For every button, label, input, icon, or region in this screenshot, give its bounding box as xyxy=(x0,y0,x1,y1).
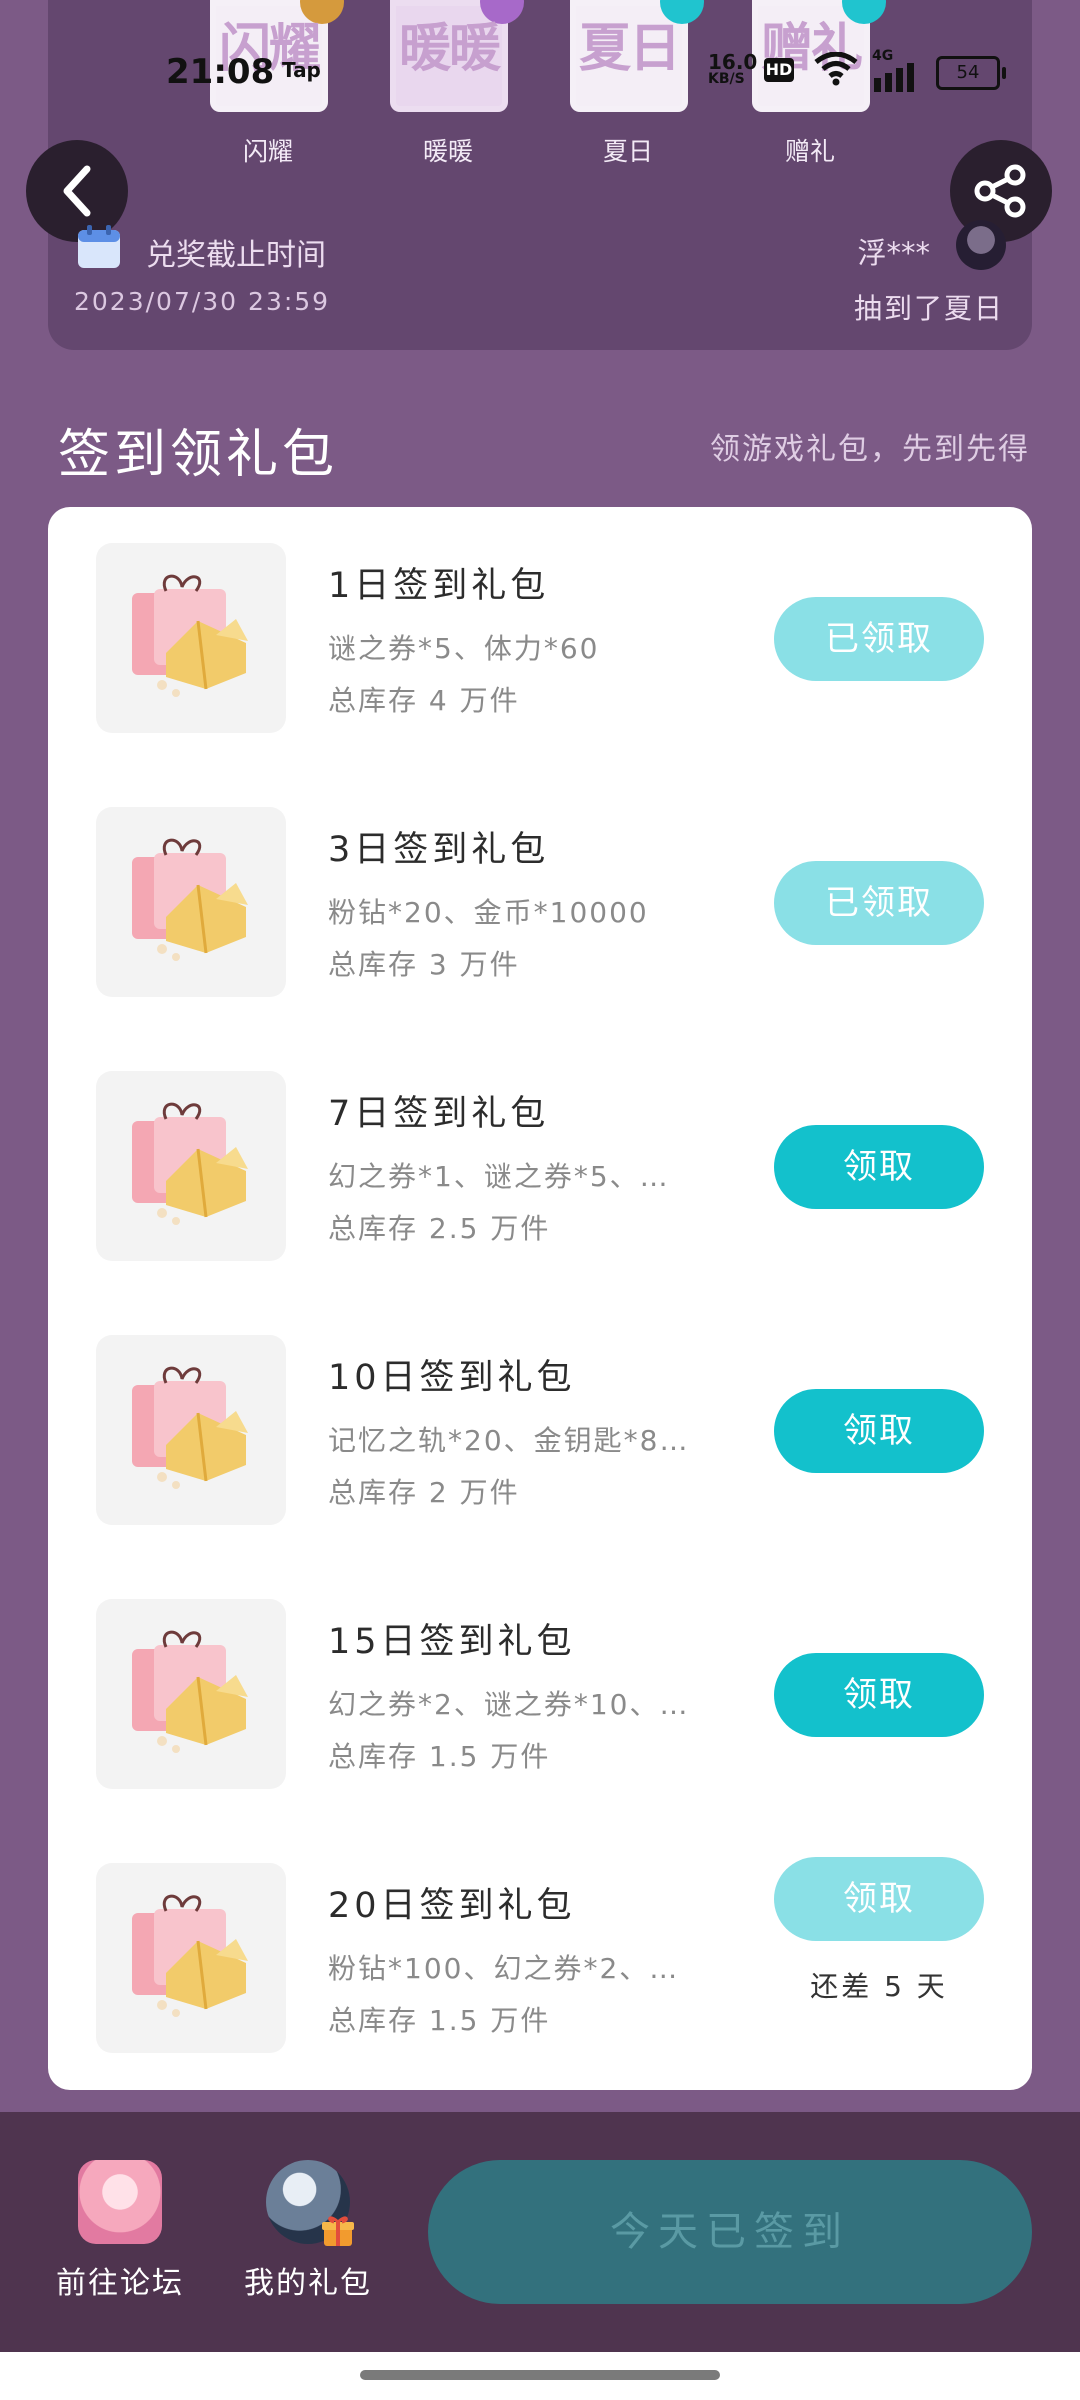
signed-in-button[interactable]: 今天已签到 xyxy=(428,2160,1032,2304)
list-item: 1日签到礼包 谜之券*5、体力*60 总库存 4 万件 已领取 xyxy=(48,507,1032,771)
package-name: 7日签到礼包 xyxy=(328,1094,550,1134)
list-item: 3日签到礼包 粉钻*20、金币*10000 总库存 3 万件 已领取 xyxy=(48,771,1032,1035)
gift-bag-icon xyxy=(132,838,248,961)
gift-package-list: 1日签到礼包 谜之券*5、体力*60 总库存 4 万件 已领取 3日签到礼包 粉… xyxy=(48,507,1032,2090)
winner-name: 浮*** xyxy=(857,236,930,270)
package-items: 幻之券*1、谜之券*5、… xyxy=(328,1160,670,1193)
network-speed: 16.0 KB/S xyxy=(708,52,757,86)
package-stock: 总库存 2.5 万件 xyxy=(328,1212,551,1245)
gift-package-image xyxy=(96,1071,286,1261)
list-item: 10日签到礼包 记忆之轨*20、金钥匙*8… 总库存 2 万件 领取 xyxy=(48,1299,1032,1563)
claim-button[interactable]: 领取 xyxy=(774,1389,984,1473)
package-stock: 总库存 2 万件 xyxy=(328,1476,520,1509)
winner-prize: 抽到了夏日 xyxy=(853,292,1004,325)
chevron-left-icon xyxy=(63,165,91,217)
status-bar: 21:08 Tap 16.0 KB/S HD 4G 54 xyxy=(0,0,1080,140)
package-name: 20日签到礼包 xyxy=(328,1886,576,1926)
wifi-icon xyxy=(814,51,858,95)
package-stock: 总库存 1.5 万件 xyxy=(328,1740,551,1773)
claim-button[interactable]: 领取 xyxy=(774,1653,984,1737)
list-item: 15日签到礼包 幻之券*2、谜之券*10、… 总库存 1.5 万件 领取 xyxy=(48,1563,1032,1827)
list-item: 7日签到礼包 幻之券*1、谜之券*5、… 总库存 2.5 万件 领取 xyxy=(48,1035,1032,1299)
winner-avatar xyxy=(956,220,1006,270)
claim-button[interactable]: 已领取 xyxy=(774,597,984,681)
gift-icon xyxy=(322,2216,354,2246)
gift-bag-icon xyxy=(132,1102,248,1225)
gift-bag-icon xyxy=(132,574,248,697)
forum-label: 前往论坛 xyxy=(56,2266,184,2301)
package-items: 记忆之轨*20、金钥匙*8… xyxy=(328,1424,690,1457)
package-name: 3日签到礼包 xyxy=(328,830,550,870)
home-indicator[interactable] xyxy=(360,2370,720,2380)
claim-button[interactable]: 领取 xyxy=(774,1857,984,1941)
battery-icon: 54 xyxy=(936,56,1006,90)
share-icon xyxy=(974,164,1026,218)
tap-icon: Tap xyxy=(282,58,321,82)
package-stock: 总库存 1.5 万件 xyxy=(328,2004,551,2037)
forum-link[interactable]: 前往论坛 xyxy=(40,2160,200,2302)
claim-button[interactable]: 已领取 xyxy=(774,861,984,945)
gift-bag-icon xyxy=(132,1366,248,1489)
redeem-deadline-date: 2023/07/30 23:59 xyxy=(74,287,331,316)
claim-button[interactable]: 领取 xyxy=(774,1125,984,1209)
package-items: 谜之券*5、体力*60 xyxy=(328,632,600,665)
gift-package-image xyxy=(96,1863,286,2053)
package-name: 1日签到礼包 xyxy=(328,566,550,606)
section-title: 签到领礼包 xyxy=(58,425,339,485)
package-items: 粉钻*20、金币*10000 xyxy=(328,896,649,929)
calendar-icon xyxy=(74,222,124,272)
bottom-bar: 前往论坛 我的礼包 今天已签到 xyxy=(0,2112,1080,2352)
package-name: 15日签到礼包 xyxy=(328,1622,576,1662)
network-speed-unit: KB/S xyxy=(708,71,745,87)
forum-avatar-icon xyxy=(78,2160,162,2244)
section-subtitle: 领游戏礼包，先到先得 xyxy=(710,432,1030,467)
my-gifts-label: 我的礼包 xyxy=(244,2266,372,2301)
hd-icon: HD xyxy=(764,58,794,82)
package-stock: 总库存 4 万件 xyxy=(328,684,520,717)
my-gifts-link[interactable]: 我的礼包 xyxy=(228,2160,388,2302)
my-gifts-avatar-icon xyxy=(266,2160,354,2246)
list-item: 20日签到礼包 粉钻*100、幻之券*2、… 总库存 1.5 万件 领取 还差 … xyxy=(48,1827,1032,2091)
gift-package-image xyxy=(96,1335,286,1525)
package-name: 10日签到礼包 xyxy=(328,1358,576,1398)
network-speed-value: 16.0 xyxy=(708,50,758,74)
gift-package-image xyxy=(96,543,286,733)
package-stock: 总库存 3 万件 xyxy=(328,948,520,981)
gift-bag-icon xyxy=(132,1630,248,1753)
days-remaining-text: 还差 5 天 xyxy=(810,1970,948,2003)
package-items: 粉钻*100、幻之券*2、… xyxy=(328,1952,680,1985)
gift-bag-icon xyxy=(132,1894,248,2017)
package-items: 幻之券*2、谜之券*10、… xyxy=(328,1688,690,1721)
status-time: 21:08 xyxy=(166,52,275,92)
redeem-deadline-label: 兑奖截止时间 xyxy=(146,238,326,273)
gift-package-image xyxy=(96,1599,286,1789)
gift-package-image xyxy=(96,807,286,997)
